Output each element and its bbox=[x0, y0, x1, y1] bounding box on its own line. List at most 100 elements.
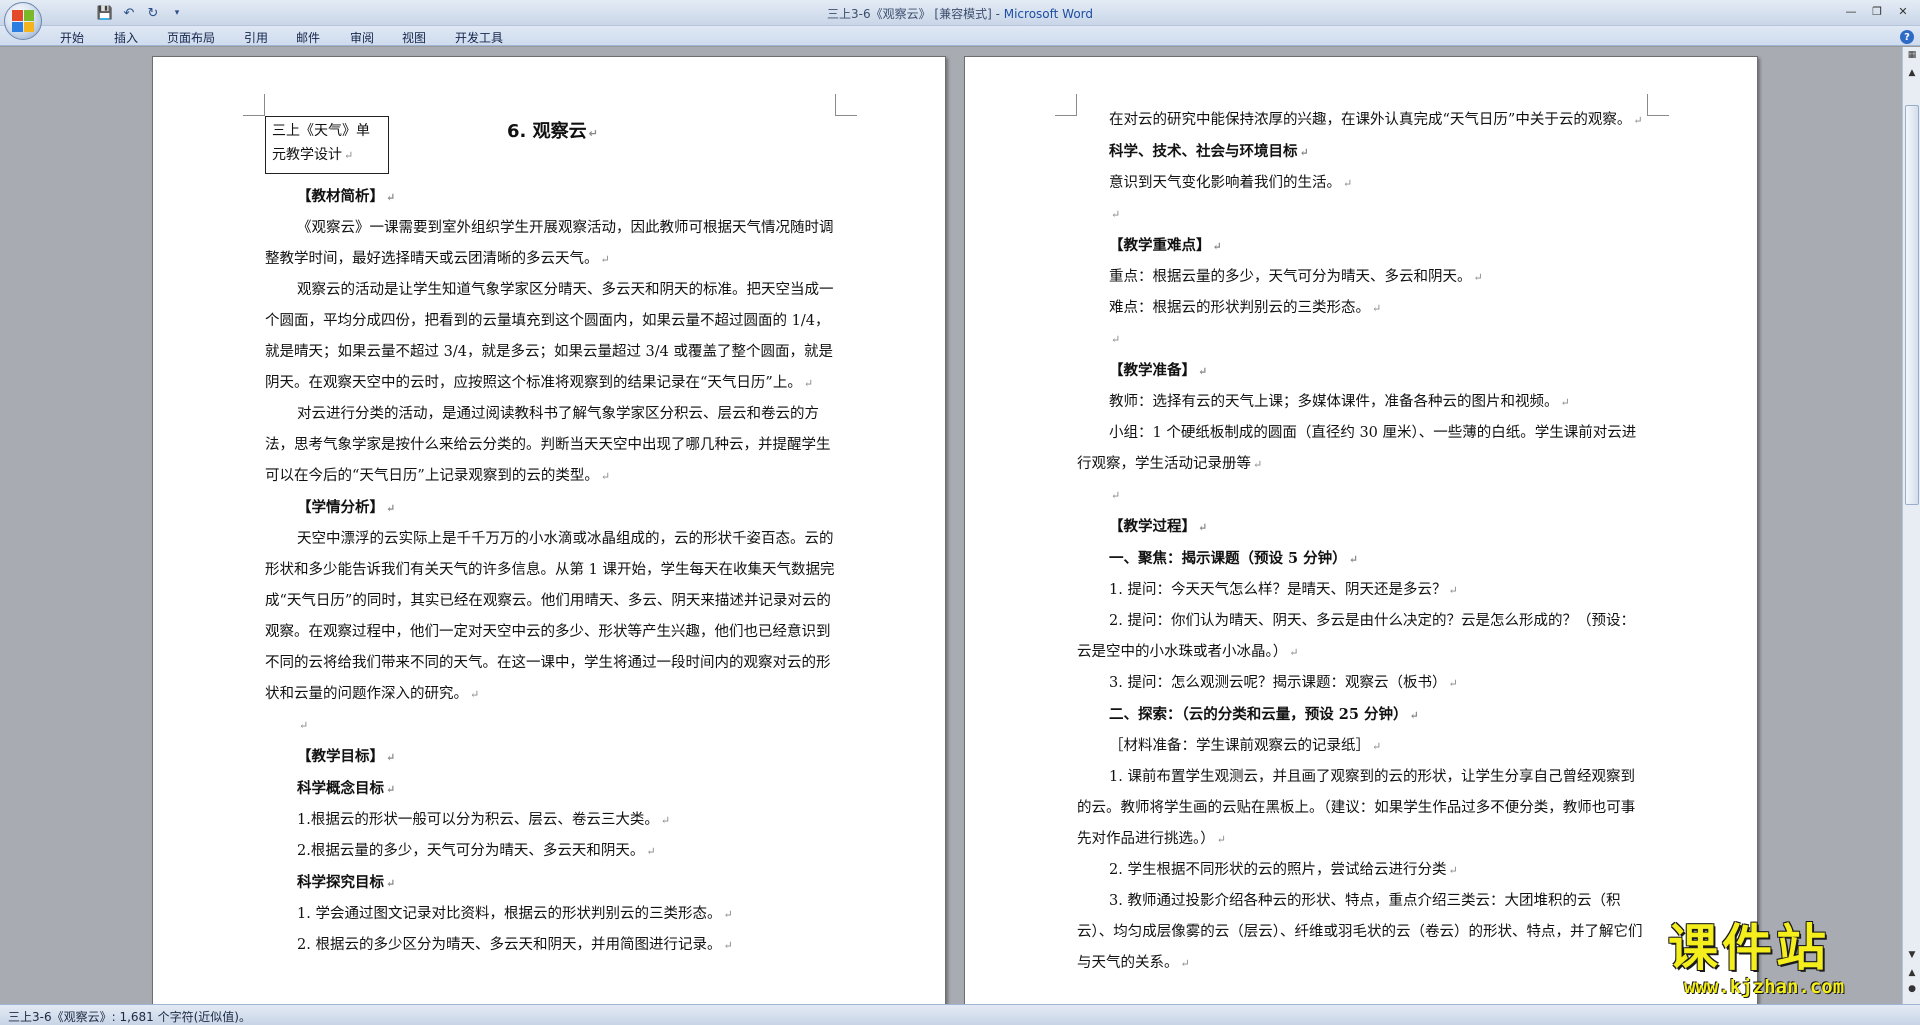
tab-home[interactable]: 开始 bbox=[60, 29, 84, 46]
close-icon[interactable]: ✕ bbox=[1892, 2, 1914, 20]
paragraph-text: 2.根据云量的多少，天气可分为晴天、多云天和阴天。 bbox=[297, 843, 645, 859]
paragraph: 观察云的活动是让学生知道气象学家区分晴天、多云天和阴天的标准。把天空当成一个圆面… bbox=[265, 275, 835, 399]
help-icon[interactable]: ? bbox=[1900, 30, 1914, 44]
paragraph-mark-icon: ↵ bbox=[600, 470, 611, 483]
paragraph-mark-icon: ↵ bbox=[1111, 208, 1121, 221]
scroll-up-icon[interactable]: ▲ bbox=[1906, 67, 1918, 79]
paragraph-text: 【教材简析】 bbox=[297, 188, 384, 205]
paragraph-text: 1. 提问：今天天气怎么样？是晴天、阴天还是多云？ bbox=[1109, 582, 1447, 598]
paragraph-text: 观察云的活动是让学生知道气象学家区分晴天、多云天和阴天的标准。把天空当成一个圆面… bbox=[265, 282, 834, 391]
paragraph-text: 一、聚焦：揭示课题（预设 5 分钟） bbox=[1109, 550, 1347, 567]
paragraph-text: 2. 学生根据不同形状的云的照片，尝试给云进行分类 bbox=[1109, 862, 1447, 878]
paragraph: 1. 提问：今天天气怎么样？是晴天、阴天还是多云？ ↵ bbox=[1077, 575, 1647, 606]
tab-review[interactable]: 审阅 bbox=[350, 29, 374, 46]
scrollbar-thumb[interactable] bbox=[1905, 105, 1919, 505]
paragraph-text: 【教学过程】 bbox=[1109, 518, 1196, 535]
vertical-scrollbar[interactable]: ▦ ▲ ▼ ▲ ● bbox=[1902, 47, 1920, 1004]
paragraph-mark-icon: ↵ bbox=[1348, 553, 1358, 566]
ribbon-tabs: 开始 插入 页面布局 引用 邮件 审阅 视图 开发工具 bbox=[0, 26, 1920, 46]
paragraph-text: 《观察云》一课需要到室外组织学生开展观察活动，因此教师可根据天气情况随时调整教学… bbox=[265, 220, 834, 267]
paragraph-mark-icon: ↵ bbox=[1198, 521, 1208, 534]
document-area: 三上《天气》单 元教学设计 ↵ 6. 观察云 ↵ 【教材简析】 ↵ 《观察云》一课需要到… bbox=[0, 47, 1902, 1004]
right-page-body: 在对云的研究中能保持浓厚的兴趣，在课外认真完成“天气日历”中关于云的观察。 ↵ 科学… bbox=[1077, 105, 1647, 979]
paragraph-mark-icon: ↵ bbox=[1111, 489, 1121, 502]
paragraph-mark-icon: ↵ bbox=[1448, 677, 1458, 690]
paragraph: 2. 学生根据不同形状的云的照片，尝试给云进行分类 ↵ bbox=[1077, 855, 1647, 886]
paragraph: 意识到天气变化影响着我们的生活。 ↵ bbox=[1077, 168, 1647, 199]
paragraph: 2. 根据云的多少区分为晴天、多云天和阴天，并用简图进行记录。 ↵ bbox=[265, 930, 835, 961]
paragraph-text: 1. 课前布置学生观测云，并且画了观察到的云的形状，让学生分享自己曾经观察到的云… bbox=[1077, 769, 1636, 847]
tab-developer[interactable]: 开发工具 bbox=[455, 29, 503, 46]
paragraph-mark-icon: ↵ bbox=[1198, 365, 1208, 378]
paragraph-mark-icon: ↵ bbox=[1409, 709, 1419, 722]
paragraph-text: 【教学重难点】 bbox=[1109, 237, 1211, 254]
paragraph: 天空中漂浮的云实际上是千千万万的小水滴或冰晶组成的，云的形状千姿百态。云的形状和… bbox=[265, 524, 835, 710]
tab-view[interactable]: 视图 bbox=[402, 29, 426, 46]
paragraph-text: 小组：1 个硬纸板制成的圆面（直径约 30 厘米）、一些薄的白纸。学生课前对云进… bbox=[1077, 425, 1637, 472]
paragraph-text: 科学探究目标 bbox=[297, 874, 384, 891]
document-page-left: 三上《天气》单 元教学设计 ↵ 6. 观察云 ↵ 【教材简析】 ↵ 《观察云》一课需要到… bbox=[152, 56, 946, 1004]
window-controls: — ❐ ✕ bbox=[1840, 2, 1914, 20]
paragraph-text: 1.根据云的形状一般可以分为积云、层云、卷云三大类。 bbox=[297, 812, 659, 828]
paragraph: 3. 提问：怎么观测云呢？揭示课题：观察云（板书） ↵ bbox=[1077, 668, 1647, 699]
paragraph: 教师：选择有云的天气上课；多媒体课件，准备各种云的图片和视频。 ↵ bbox=[1077, 387, 1647, 418]
paragraph-text: 1. 学会通过图文记录对比资料，根据云的形状判别云的三类形态。 bbox=[297, 906, 722, 922]
tab-mailings[interactable]: 邮件 bbox=[296, 29, 320, 46]
left-page-body: 【教材简析】 ↵ 《观察云》一课需要到室外组织学生开展观察活动，因此教师可根据天气情… bbox=[265, 181, 835, 961]
paragraph: 《观察云》一课需要到室外组织学生开展观察活动，因此教师可根据天气情况随时调整教学… bbox=[265, 213, 835, 275]
paragraph-text: 重点：根据云量的多少，天气可分为晴天、多云和阴天。 bbox=[1109, 269, 1472, 285]
unit-title-line: 三上《天气》单 bbox=[272, 123, 370, 139]
lesson-title: 6. 观察云 ↵ bbox=[507, 121, 598, 142]
minimize-icon[interactable]: — bbox=[1840, 2, 1862, 20]
paragraph: 2. 提问：你们认为晴天、阴天、多云是由什么决定的？云是怎么形成的？（预设：云是… bbox=[1077, 606, 1647, 668]
paragraph-mark-icon: ↵ bbox=[803, 377, 814, 390]
section-heading: 科学、技术、社会与环境目标 ↵ bbox=[1077, 136, 1647, 168]
empty-paragraph: ↵ bbox=[1077, 480, 1647, 511]
paragraph-text: 2. 提问：你们认为晴天、阴天、多云是由什么决定的？云是怎么形成的？（预设：云是… bbox=[1077, 613, 1635, 660]
paragraph: 难点：根据云的形状判别云的三类形态。 ↵ bbox=[1077, 293, 1647, 324]
paragraph-mark-icon: ↵ bbox=[1111, 333, 1121, 346]
office-button[interactable] bbox=[4, 2, 42, 40]
window-title: 三上3-6《观察云》 [兼容模式] - Microsoft Word bbox=[0, 5, 1920, 22]
watermark-url: www.kjzhan.com bbox=[1684, 976, 1845, 998]
paragraph-text: 教师：选择有云的天气上课；多媒体课件，准备各种云的图片和视频。 bbox=[1109, 394, 1559, 410]
paragraph-mark-icon: ↵ bbox=[1343, 177, 1353, 190]
tab-references[interactable]: 引用 bbox=[244, 29, 268, 46]
paragraph-mark-icon: ↵ bbox=[1289, 646, 1299, 659]
paragraph-mark-icon: ↵ bbox=[386, 783, 396, 796]
paragraph-mark-icon: ↵ bbox=[299, 719, 309, 732]
paragraph: 重点：根据云量的多少，天气可分为晴天、多云和阴天。 ↵ bbox=[1077, 262, 1647, 293]
paragraph-mark-icon: ↵ bbox=[1212, 240, 1222, 253]
paragraph-mark-icon: ↵ bbox=[1299, 146, 1309, 159]
section-heading: 一、聚焦：揭示课题（预设 5 分钟） ↵ bbox=[1077, 543, 1647, 575]
paragraph-text: 意识到天气变化影响着我们的生活。 bbox=[1109, 175, 1341, 191]
paragraph-mark-icon: ↵ bbox=[1473, 271, 1483, 284]
section-heading: 科学探究目标 ↵ bbox=[265, 867, 835, 899]
paragraph-text: ［材料准备：学生课前观察云的记录纸］ bbox=[1109, 738, 1370, 754]
paragraph-text: 【教学目标】 bbox=[297, 748, 384, 765]
tab-page-layout[interactable]: 页面布局 bbox=[167, 29, 215, 46]
paragraph-mark-icon: ↵ bbox=[1253, 458, 1263, 471]
section-heading: 【教学目标】 ↵ bbox=[265, 741, 835, 773]
tab-insert[interactable]: 插入 bbox=[114, 29, 138, 46]
empty-paragraph: ↵ bbox=[265, 710, 835, 741]
paragraph-mark-icon: ↵ bbox=[1448, 864, 1458, 877]
paragraph-mark-icon: ↵ bbox=[470, 688, 480, 701]
paragraph-text: 难点：根据云的形状判别云的三类形态。 bbox=[1109, 300, 1370, 316]
paragraph-text: 2. 根据云的多少区分为晴天、多云天和阴天，并用简图进行记录。 bbox=[297, 937, 722, 953]
window-title-doc: 三上3-6《观察云》 [兼容模式] - bbox=[826, 7, 1000, 21]
section-heading: 【教学准备】 ↵ bbox=[1077, 355, 1647, 387]
crop-mark bbox=[243, 94, 265, 116]
paragraph-mark-icon: ↵ bbox=[1633, 114, 1643, 127]
paragraph-mark-icon: ↵ bbox=[1560, 396, 1570, 409]
paragraph-text: 【学情分析】 bbox=[297, 499, 384, 516]
paragraph-text: 3. 教师通过投影介绍各种云的形状、特点，重点介绍三类云：大团堆积的云（积云）、… bbox=[1077, 893, 1643, 971]
section-heading: 【教学重难点】 ↵ bbox=[1077, 230, 1647, 262]
paragraph: 1.根据云的形状一般可以分为积云、层云、卷云三大类。 ↵ bbox=[265, 805, 835, 836]
paragraph-mark-icon: ↵ bbox=[1216, 833, 1226, 846]
status-text: 三上3-6《观察云》: 1,681 个字符(近似值)。 bbox=[8, 1010, 251, 1024]
ruler-toggle-icon[interactable]: ▦ bbox=[1906, 49, 1918, 61]
paragraph: 3. 教师通过投影介绍各种云的形状、特点，重点介绍三类云：大团堆积的云（积云）、… bbox=[1077, 886, 1647, 979]
restore-icon[interactable]: ❐ bbox=[1866, 2, 1888, 20]
office-logo-icon bbox=[12, 10, 34, 32]
